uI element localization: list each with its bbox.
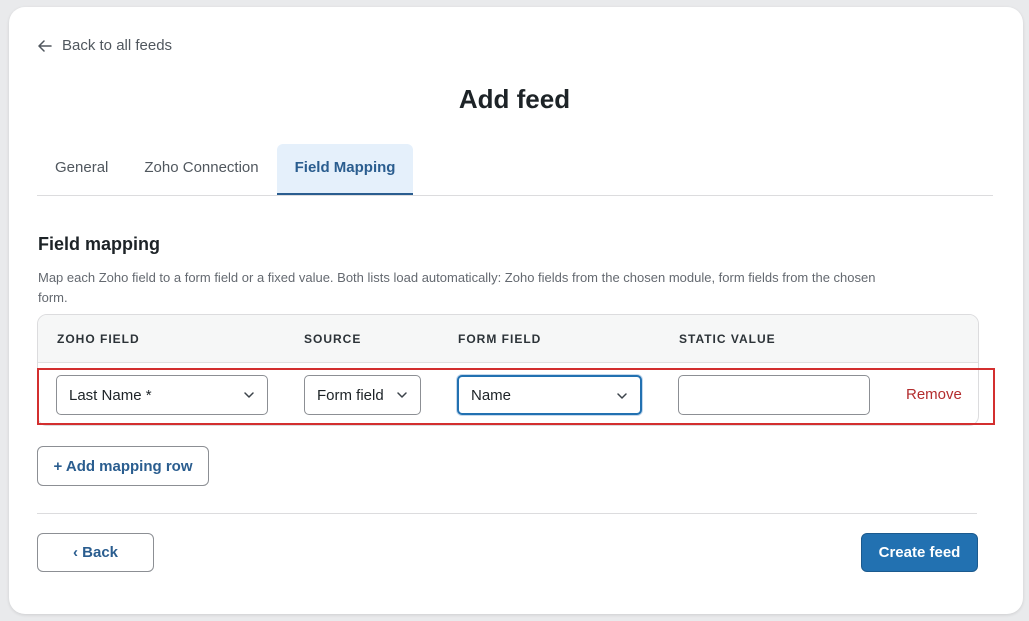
- arrow-left-icon: [38, 39, 52, 52]
- column-header-source: SOURCE: [304, 332, 362, 346]
- remove-row-button[interactable]: Remove: [906, 386, 962, 403]
- chevron-down-icon: [616, 389, 628, 406]
- form-field-select[interactable]: Name: [457, 375, 642, 415]
- column-header-zoho-field: ZOHO FIELD: [57, 332, 140, 346]
- column-header-form-field: FORM FIELD: [458, 332, 542, 346]
- zoho-field-select[interactable]: Last Name *: [56, 375, 268, 415]
- chevron-down-icon: [396, 388, 408, 405]
- tab-zoho-connection[interactable]: Zoho Connection: [126, 144, 276, 195]
- tab-general[interactable]: General: [37, 144, 126, 195]
- source-value: Form field: [317, 386, 384, 404]
- tab-bar: General Zoho Connection Field Mapping: [37, 144, 993, 196]
- footer-divider: [37, 513, 977, 514]
- section-description: Map each Zoho field to a form field or a…: [38, 270, 876, 305]
- source-select[interactable]: Form field: [304, 375, 421, 415]
- section-title: Field mapping: [38, 234, 161, 254]
- zoho-field-value: Last Name *: [69, 386, 152, 404]
- chevron-down-icon: [243, 388, 255, 405]
- page-title: Add feed: [458, 84, 571, 114]
- back-to-feeds-label: Back to all feeds: [62, 37, 173, 54]
- tab-field-mapping[interactable]: Field Mapping: [276, 144, 414, 195]
- form-field-value: Name: [471, 386, 512, 404]
- column-header-static-value: STATIC VALUE: [679, 332, 776, 346]
- create-feed-button[interactable]: Create feed: [861, 533, 978, 572]
- mapping-table-header: ZOHO FIELD SOURCE FORM FIELD STATIC VALU…: [38, 315, 978, 363]
- back-to-feeds-link[interactable]: Back to all feeds: [38, 37, 172, 54]
- add-mapping-row-button[interactable]: + Add mapping row: [37, 446, 209, 486]
- static-value-input[interactable]: [678, 375, 870, 415]
- back-button[interactable]: ‹ Back: [37, 533, 154, 572]
